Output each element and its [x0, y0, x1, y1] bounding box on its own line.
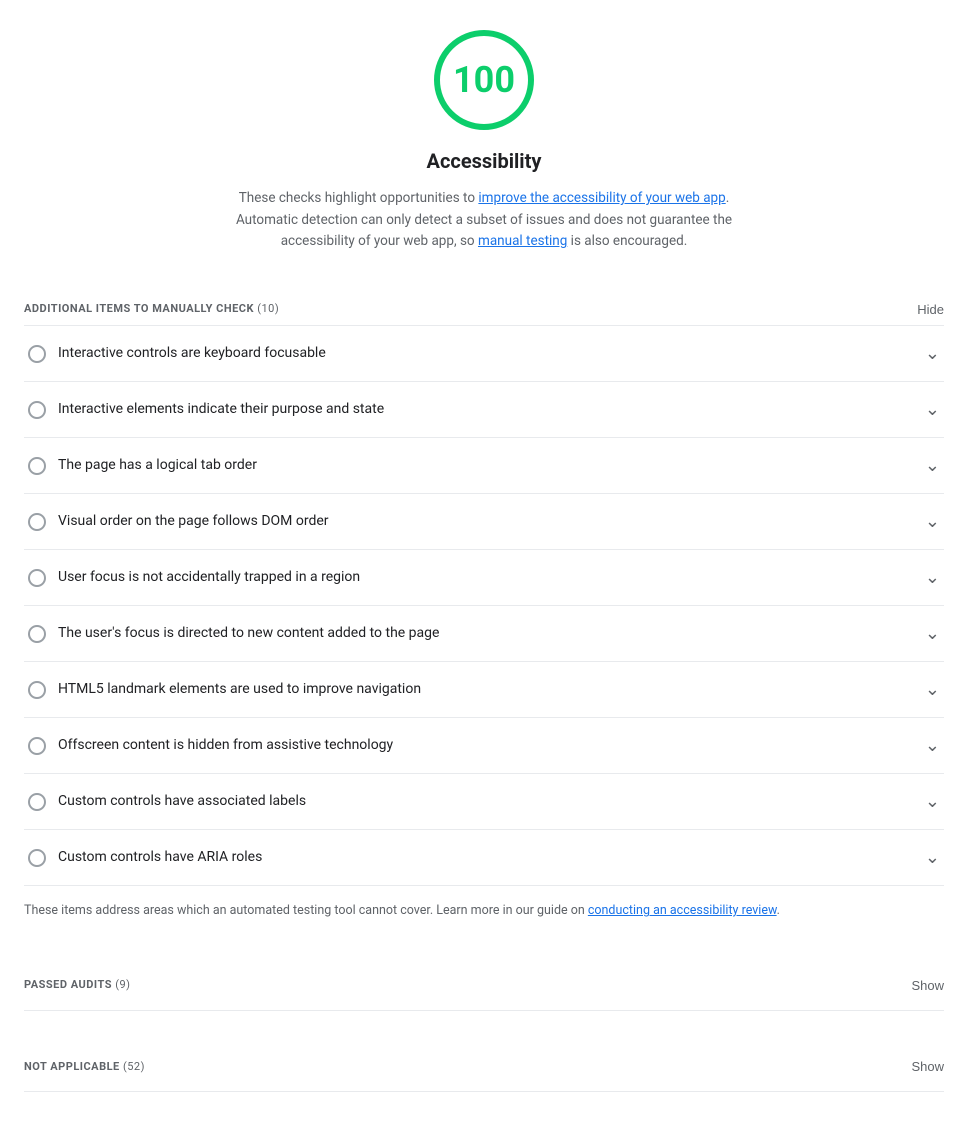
audit-item[interactable]: Interactive elements indicate their purp…	[24, 382, 944, 438]
audit-item-left: Custom controls have associated labels	[24, 791, 306, 812]
audit-item-left: The user's focus is directed to new cont…	[24, 623, 439, 644]
audit-item-label: The user's focus is directed to new cont…	[58, 623, 439, 644]
audit-item-left: Interactive elements indicate their purp…	[24, 399, 384, 420]
audit-item-left: User focus is not accidentally trapped i…	[24, 567, 360, 588]
score-value: 100	[453, 53, 515, 107]
audit-status-icon	[28, 681, 46, 699]
audit-status-icon	[28, 737, 46, 755]
audit-item-left: Interactive controls are keyboard focusa…	[24, 343, 326, 364]
audit-item[interactable]: The page has a logical tab order ⌄	[24, 438, 944, 494]
audit-status-icon	[28, 793, 46, 811]
not-applicable-header: NOT APPLICABLE (52) Show	[24, 1051, 944, 1084]
audit-item-label: Interactive elements indicate their purp…	[58, 399, 384, 420]
audit-item-left: Custom controls have ARIA roles	[24, 847, 262, 868]
not-applicable-show-button[interactable]: Show	[911, 1059, 944, 1074]
passed-audits-section: PASSED AUDITS (9) Show	[24, 969, 944, 1011]
audit-item[interactable]: Custom controls have associated labels ⌄	[24, 774, 944, 830]
chevron-down-icon: ⌄	[925, 844, 940, 871]
audit-status-icon	[28, 625, 46, 643]
chevron-down-icon: ⌄	[925, 676, 940, 703]
audit-status-icon	[28, 457, 46, 475]
chevron-down-icon: ⌄	[925, 452, 940, 479]
audit-status-icon	[28, 849, 46, 867]
audit-item-label: HTML5 landmark elements are used to impr…	[58, 679, 421, 700]
audit-item[interactable]: The user's focus is directed to new cont…	[24, 606, 944, 662]
footer-text-before: These items address areas which an autom…	[24, 903, 588, 918]
passed-audits-show-button[interactable]: Show	[911, 978, 944, 993]
description-text-after: is also encouraged.	[567, 233, 687, 249]
additional-items-section: ADDITIONAL ITEMS TO MANUALLY CHECK (10) …	[24, 293, 944, 929]
additional-items-count: (10)	[257, 302, 279, 315]
passed-audits-label: PASSED AUDITS (9)	[24, 977, 131, 994]
page-title: Accessibility	[427, 146, 542, 176]
manual-check-note: These items address areas which an autom…	[24, 894, 944, 929]
chevron-down-icon: ⌄	[925, 508, 940, 535]
audit-item[interactable]: Visual order on the page follows DOM ord…	[24, 494, 944, 550]
audit-status-icon	[28, 345, 46, 363]
chevron-down-icon: ⌄	[925, 564, 940, 591]
description-text-before: These checks highlight opportunities to	[239, 190, 479, 206]
audit-item-label: Custom controls have ARIA roles	[58, 847, 262, 868]
passed-audits-header: PASSED AUDITS (9) Show	[24, 969, 944, 1002]
manual-testing-link[interactable]: manual testing	[478, 233, 567, 249]
score-section: 100 Accessibility These checks highlight…	[24, 30, 944, 253]
improve-accessibility-link[interactable]: improve the accessibility of your web ap…	[478, 190, 725, 206]
footer-text-after: .	[777, 903, 780, 918]
conducting-review-link[interactable]: conducting an accessibility review	[588, 903, 777, 918]
audit-item-label: Offscreen content is hidden from assisti…	[58, 735, 393, 756]
audit-item[interactable]: User focus is not accidentally trapped i…	[24, 550, 944, 606]
chevron-down-icon: ⌄	[925, 396, 940, 423]
page-container: 100 Accessibility These checks highlight…	[4, 0, 964, 1122]
audit-item-label: Interactive controls are keyboard focusa…	[58, 343, 326, 364]
passed-audits-divider	[24, 1010, 944, 1011]
audit-status-icon	[28, 401, 46, 419]
not-applicable-divider	[24, 1091, 944, 1092]
hide-button[interactable]: Hide	[917, 302, 944, 317]
passed-audits-count: (9)	[115, 978, 130, 991]
audit-status-icon	[28, 569, 46, 587]
chevron-down-icon: ⌄	[925, 732, 940, 759]
audit-item-left: Visual order on the page follows DOM ord…	[24, 511, 329, 532]
audit-item-label: Custom controls have associated labels	[58, 791, 306, 812]
score-circle: 100	[434, 30, 534, 130]
audit-item-left: The page has a logical tab order	[24, 455, 257, 476]
audit-item-label: User focus is not accidentally trapped i…	[58, 567, 360, 588]
not-applicable-count: (52)	[123, 1060, 145, 1073]
audit-status-icon	[28, 513, 46, 531]
audit-item-label: The page has a logical tab order	[58, 455, 257, 476]
audit-item-label: Visual order on the page follows DOM ord…	[58, 511, 329, 532]
audit-item[interactable]: Custom controls have ARIA roles ⌄	[24, 830, 944, 886]
audit-item[interactable]: Offscreen content is hidden from assisti…	[24, 718, 944, 774]
not-applicable-label: NOT APPLICABLE (52)	[24, 1059, 145, 1076]
audit-item-left: Offscreen content is hidden from assisti…	[24, 735, 393, 756]
additional-items-label: ADDITIONAL ITEMS TO MANUALLY CHECK (10)	[24, 301, 279, 318]
not-applicable-section: NOT APPLICABLE (52) Show	[24, 1051, 944, 1093]
score-description: These checks highlight opportunities to …	[224, 188, 744, 253]
audit-list: Interactive controls are keyboard focusa…	[24, 325, 944, 886]
audit-item[interactable]: Interactive controls are keyboard focusa…	[24, 326, 944, 382]
chevron-down-icon: ⌄	[925, 788, 940, 815]
audit-item-left: HTML5 landmark elements are used to impr…	[24, 679, 421, 700]
additional-items-header: ADDITIONAL ITEMS TO MANUALLY CHECK (10) …	[24, 293, 944, 326]
chevron-down-icon: ⌄	[925, 620, 940, 647]
audit-item[interactable]: HTML5 landmark elements are used to impr…	[24, 662, 944, 718]
chevron-down-icon: ⌄	[925, 340, 940, 367]
